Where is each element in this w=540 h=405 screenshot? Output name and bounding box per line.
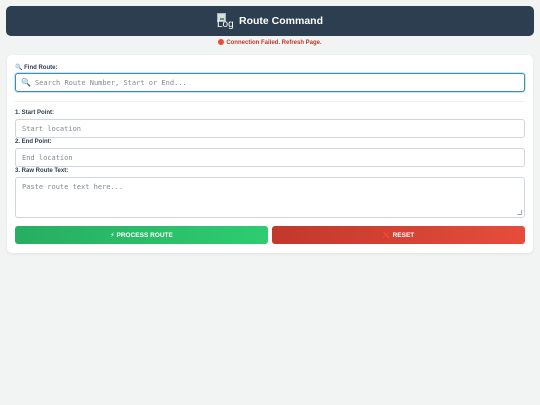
- start-point-label: 1. Start Point:: [15, 110, 55, 116]
- end-location-input[interactable]: End location: [15, 148, 525, 167]
- app-title: Route Command: [239, 15, 323, 27]
- connection-status-text: Connection Failed. Refresh Page.: [226, 40, 322, 46]
- logo-alt-text: Logo: [217, 18, 234, 30]
- raw-route-label: 3. Raw Route Text:: [15, 168, 69, 174]
- raw-route-textarea[interactable]: Paste route text here...: [15, 177, 525, 218]
- connection-status: Connection Failed. Refresh Page.: [0, 39, 540, 46]
- search-input[interactable]: 🔍 Search Route Number, Start or End...: [15, 73, 525, 92]
- reset-button[interactable]: ❌ RESET: [272, 226, 525, 244]
- raw-route-placeholder: Paste route text here...: [22, 183, 124, 191]
- error-dot-icon: [218, 39, 225, 45]
- end-point-label: 2. End Point:: [15, 139, 52, 145]
- logo-image: Logo: [217, 12, 234, 30]
- route-form-card: 🔍 Find Route: 🔍 Search Route Number, Sta…: [7, 55, 533, 253]
- end-location-placeholder: End location: [22, 153, 73, 162]
- resize-handle-icon[interactable]: [517, 210, 522, 215]
- start-location-placeholder: Start location: [22, 124, 82, 133]
- process-route-button[interactable]: ⚡ PROCESS ROUTE: [15, 226, 268, 244]
- start-location-input[interactable]: Start location: [15, 119, 525, 138]
- app-header: Logo Route Command: [6, 6, 534, 36]
- search-placeholder: Search Route Number, Start or End...: [34, 78, 187, 87]
- magnifier-icon: 🔍: [21, 78, 31, 87]
- section-divider: [15, 101, 525, 102]
- find-route-label: 🔍 Find Route:: [15, 65, 58, 71]
